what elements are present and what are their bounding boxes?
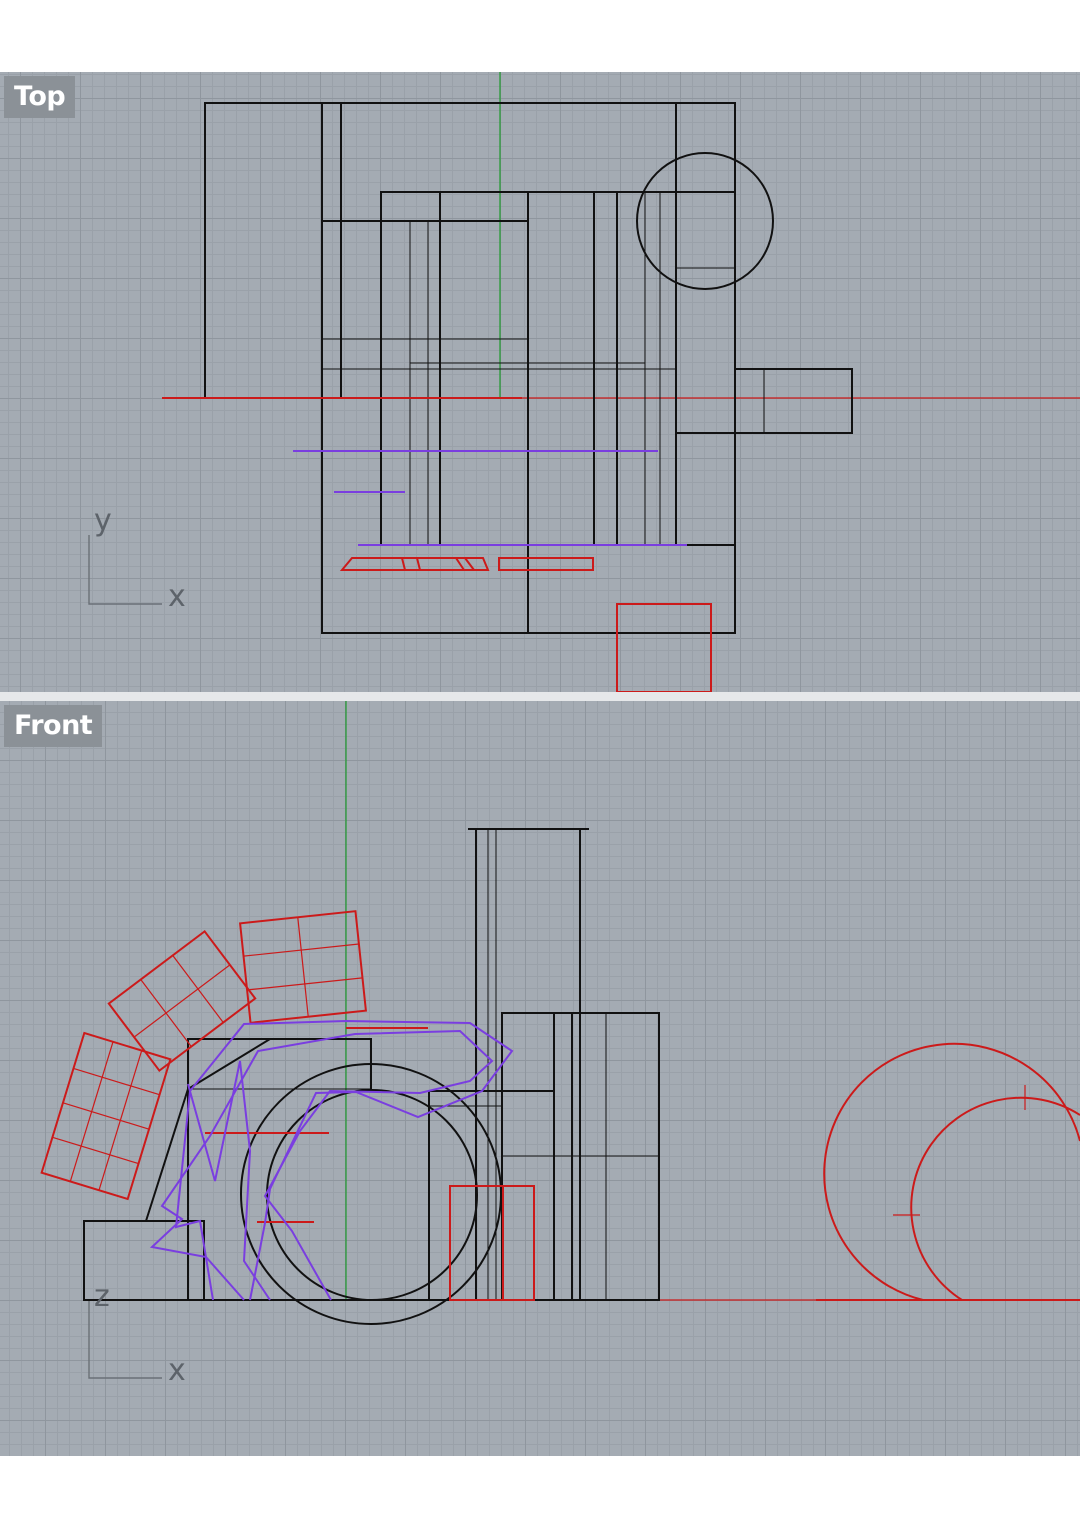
top-red-line [464, 557, 475, 571]
viewport-title-front[interactable]: Front [4, 705, 103, 747]
top-red-line [416, 557, 421, 571]
top-outer-outline[interactable] [204, 102, 736, 634]
top-view-canvas[interactable]: y x [0, 72, 1080, 692]
front-red-ring-inner[interactable] [910, 1096, 1080, 1301]
viewport-title-top[interactable]: Top [4, 76, 76, 118]
top-axis-label-x: x [168, 579, 186, 614]
front-axis-label-z: z [94, 1279, 110, 1314]
front-viewport[interactable]: z x Front [0, 701, 1080, 1456]
viewport-splitter[interactable] [0, 692, 1080, 701]
top-red-square[interactable] [616, 603, 712, 692]
front-red-panel[interactable] [238, 910, 368, 1024]
top-red-line [401, 557, 406, 571]
front-red-ring-outer[interactable] [823, 1042, 1080, 1301]
front-view-canvas[interactable]: z x [0, 701, 1080, 1456]
front-outer-circle[interactable] [240, 1063, 502, 1325]
top-red-line [455, 557, 465, 571]
top-axis-label-y: y [94, 503, 112, 538]
front-red-panel[interactable] [107, 929, 257, 1073]
top-axis-indicator [88, 535, 162, 605]
top-viewport[interactable]: y x Top [0, 72, 1080, 692]
top-circle[interactable] [636, 152, 774, 290]
front-axis-label-x: x [168, 1353, 186, 1388]
top-red-rect[interactable] [498, 557, 594, 571]
front-inner-circle[interactable] [266, 1089, 478, 1301]
top-side-block[interactable] [734, 368, 853, 434]
front-red-panel[interactable] [40, 1031, 172, 1201]
front-purple-curve[interactable] [174, 1019, 514, 1301]
